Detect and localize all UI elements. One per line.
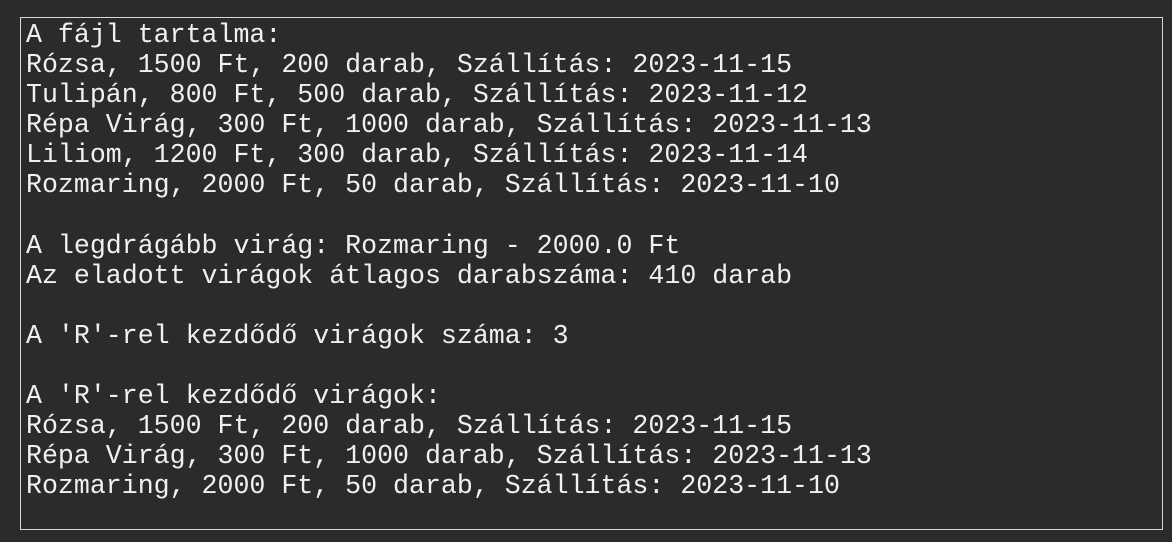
output-lines: A fájl tartalma: Rózsa, 1500 Ft, 200 dar… [26, 20, 872, 502]
output-line: A 'R'-rel kezdődő virágok száma: 3 [26, 320, 569, 351]
output-line: A legdrágább virág: Rozmaring - 2000.0 F… [26, 230, 681, 261]
output-line: Liliom, 1200 Ft, 300 darab, Szállítás: 2… [26, 140, 808, 171]
output-line: Rozmaring, 2000 Ft, 50 darab, Szállítás:… [26, 170, 840, 201]
output-line: Rozmaring, 2000 Ft, 50 darab, Szállítás:… [26, 471, 840, 502]
output-line: Tulipán, 800 Ft, 500 darab, Szállítás: 2… [26, 80, 808, 111]
output-line: Répa Virág, 300 Ft, 1000 darab, Szállítá… [26, 110, 872, 141]
blank-line [26, 351, 872, 381]
output-line: Rózsa, 1500 Ft, 200 darab, Szállítás: 20… [26, 411, 793, 442]
output-line: Rózsa, 1500 Ft, 200 darab, Szállítás: 20… [26, 50, 793, 81]
blank-line [26, 291, 872, 321]
blank-line [26, 201, 872, 231]
output-line: Az eladott virágok átlagos darabszáma: 4… [26, 260, 793, 291]
output-line: A fájl tartalma: [26, 20, 282, 50]
console-output-panel: A fájl tartalma: Rózsa, 1500 Ft, 200 dar… [20, 17, 1163, 530]
output-line: A 'R'-rel kezdődő virágok: [26, 381, 441, 412]
output-line: Répa Virág, 300 Ft, 1000 darab, Szállítá… [26, 441, 872, 472]
